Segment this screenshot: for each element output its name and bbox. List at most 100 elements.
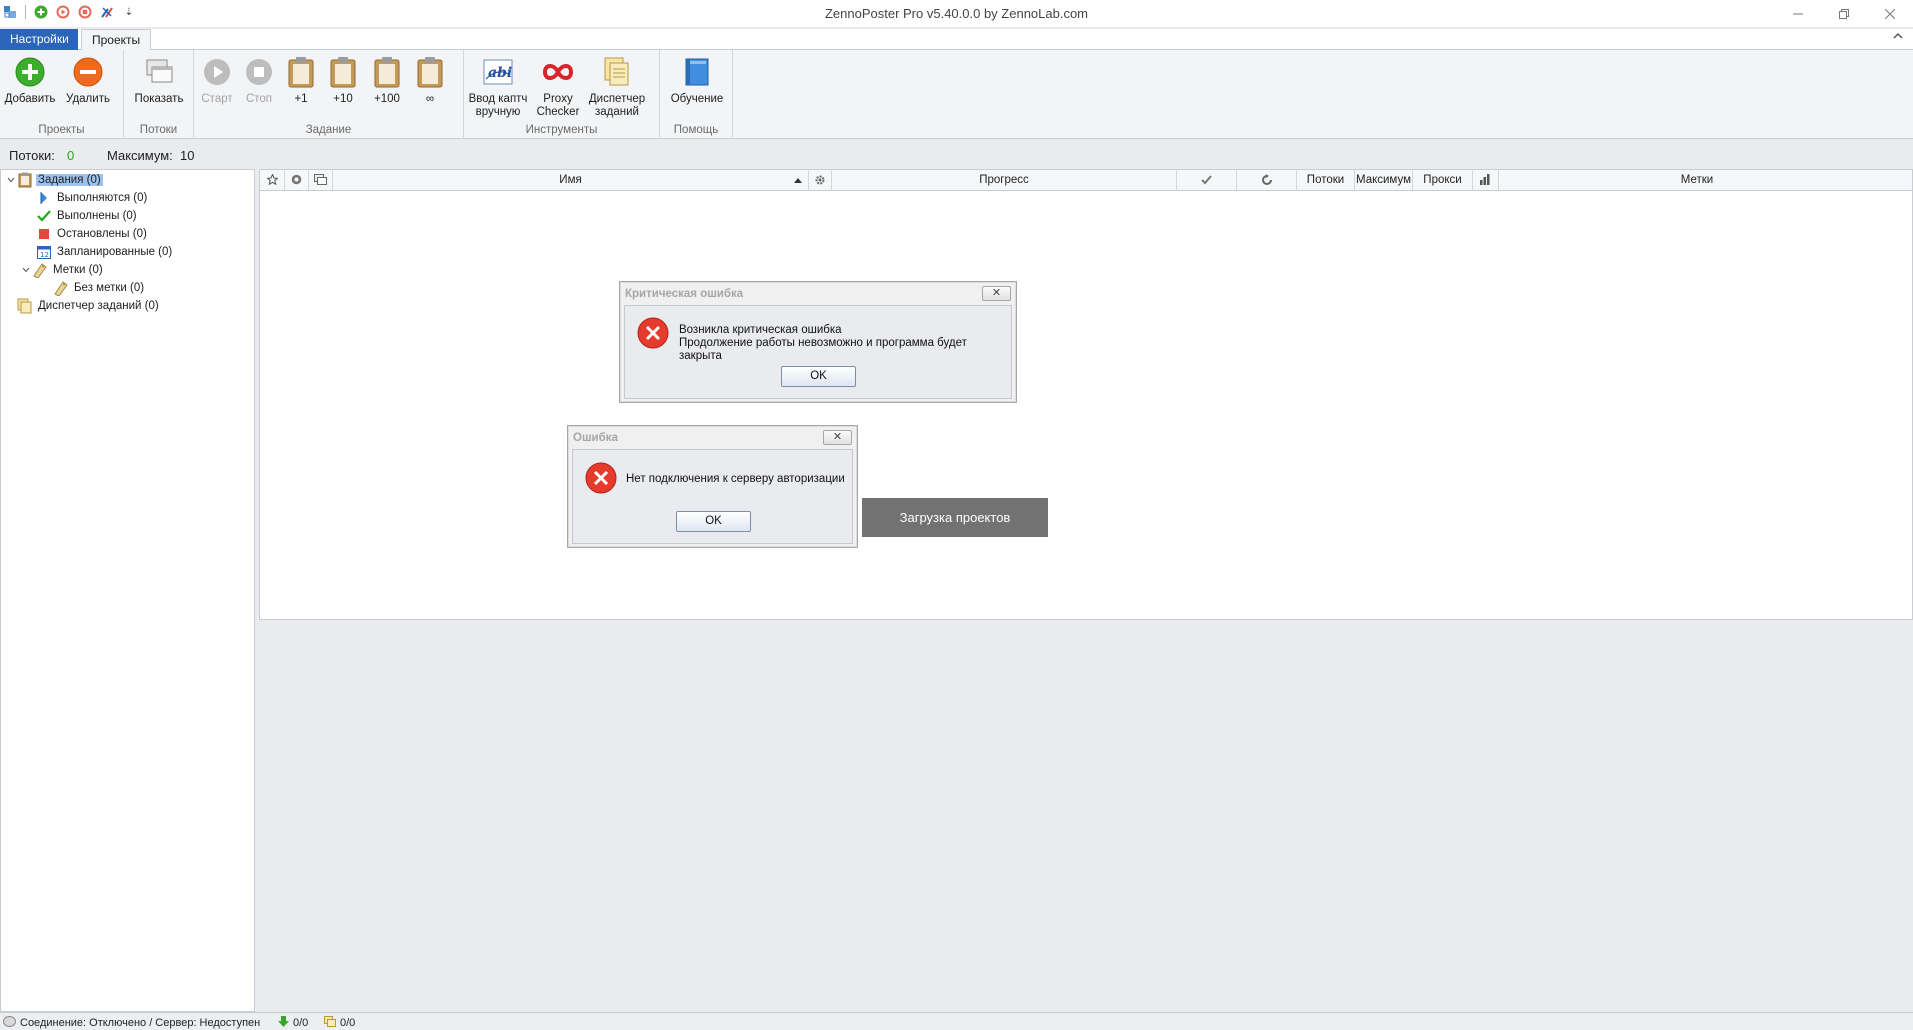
refresh-icon [1261, 173, 1273, 186]
infinite-button[interactable]: ∞ [413, 55, 447, 106]
minimize-icon[interactable] [1775, 0, 1821, 27]
add-icon [13, 55, 47, 89]
manual-captcha-button[interactable]: abi Ввод каптч вручную [468, 55, 528, 119]
start-button-label: Старт [201, 93, 233, 105]
tasks-grid: Имя Прогресс Потоки Максимум Прокси Метк… [259, 169, 1913, 620]
column-status[interactable] [285, 170, 309, 191]
start-button[interactable]: Старт [200, 55, 234, 106]
tab-projects[interactable]: Проекты [81, 29, 151, 51]
critical-error-line1: Возникла критическая ошибка [679, 324, 842, 336]
manual-captcha-label-2: вручную [475, 106, 521, 118]
ribbon-group-tools: abi Ввод каптч вручную Proxy Checker Дис… [464, 50, 660, 139]
loading-projects-indicator: Загрузка проектов [862, 498, 1048, 537]
svg-text:12: 12 [40, 251, 49, 259]
gear-icon [814, 174, 826, 186]
column-windows[interactable] [309, 170, 333, 191]
task-dispatcher-label-2: заданий [595, 106, 639, 118]
tree-item-stopped[interactable]: Остановлены (0) [24, 225, 149, 242]
group-label-tools: Инструменты [525, 124, 598, 136]
tab-settings[interactable]: Настройки [0, 29, 78, 50]
downloads-status: 0/0 [278, 1016, 308, 1030]
tag-icon [32, 262, 48, 278]
column-proxy[interactable]: Прокси [1413, 170, 1473, 191]
error-dialog-ok-button[interactable]: OK [676, 511, 751, 532]
threads-label: Потоки: [9, 148, 55, 163]
column-settings[interactable] [809, 170, 832, 191]
max-value: 10 [180, 148, 195, 163]
svg-text:abi: abi [488, 65, 512, 81]
show-button[interactable]: Показать [131, 55, 187, 106]
column-stats[interactable] [1473, 170, 1499, 191]
tasks-count: 0/0 [340, 1017, 356, 1029]
critical-error-dialog: Критическая ошибка ✕ Возникла критическа… [619, 281, 1017, 403]
tree-item-label: Запланированные (0) [57, 245, 173, 258]
task-dispatcher-button[interactable]: Диспетчер заданий [586, 55, 648, 119]
plus100-button[interactable]: +100 [369, 55, 405, 106]
connection-status-text: Соединение: Отключено / Сервер: Недоступ… [20, 1017, 261, 1029]
group-label-help: Помощь [673, 124, 719, 136]
critical-error-ok-button[interactable]: OK [781, 366, 856, 387]
error-icon [637, 317, 669, 349]
column-success[interactable] [1177, 170, 1237, 191]
infinite-button-label: ∞ [425, 93, 435, 105]
ribbon-tabs: Настройки Проекты [0, 29, 1913, 51]
task-tree: Задания (0) Выполняются (0) Выполнены (0… [0, 169, 255, 1012]
plus10-button[interactable]: +10 [326, 55, 360, 106]
globe-icon [291, 174, 302, 186]
tree-item-tags[interactable]: Метки (0) [20, 261, 105, 278]
chevron-down-icon[interactable] [20, 265, 32, 275]
add-button[interactable]: Добавить [4, 55, 56, 106]
tree-item-label: Задания (0) [36, 173, 103, 186]
column-tags[interactable]: Метки [1499, 170, 1895, 191]
plus1-button[interactable]: +1 [284, 55, 318, 106]
error-dialog: Ошибка ✕ Нет подключения к серверу автор… [567, 425, 858, 548]
ribbon-group-projects: Добавить Удалить Проекты [0, 50, 124, 139]
dispatcher-icon [600, 55, 634, 89]
column-name[interactable]: Имя [333, 170, 809, 191]
proxy-checker-label-2: Checker [536, 106, 580, 118]
play-icon [36, 190, 52, 206]
remove-icon [71, 55, 105, 89]
column-progress[interactable]: Прогресс [832, 170, 1177, 191]
tree-item-dispatcher[interactable]: Диспетчер заданий (0) [5, 297, 161, 314]
critical-error-body: Возникла критическая ошибка Продолжение … [624, 305, 1012, 399]
tree-item-running[interactable]: Выполняются (0) [24, 189, 149, 206]
tree-item-label: Метки (0) [53, 263, 103, 276]
delete-button[interactable]: Удалить [62, 55, 114, 106]
training-button[interactable]: Обучение [668, 55, 726, 106]
stop-button[interactable]: Стоп [242, 55, 276, 106]
sort-up-icon [794, 170, 802, 190]
critical-error-line2: Продолжение работы невозможно и программ… [679, 337, 967, 362]
group-label-task: Задание [305, 124, 352, 136]
tree-item-tasks[interactable]: Задания (0) [5, 171, 103, 188]
downloads-count: 0/0 [293, 1017, 309, 1029]
book-icon [680, 55, 714, 89]
group-label-threads: Потоки [139, 124, 178, 136]
connection-status: Соединение: Отключено / Сервер: Недоступ… [3, 1016, 260, 1030]
title-bar: ⇣ ZennoPoster Pro v5.40.0.0 by ZennoLab.… [0, 0, 1913, 27]
tree-item-no-tag[interactable]: Без метки (0) [41, 279, 146, 296]
error-dialog-body: Нет подключения к серверу авторизации OK [572, 449, 853, 544]
status-bar: Соединение: Отключено / Сервер: Недоступ… [0, 1012, 1913, 1030]
plus100-button-label: +100 [374, 93, 400, 105]
column-max[interactable]: Максимум [1355, 170, 1413, 191]
close-icon[interactable]: ✕ [823, 430, 852, 445]
column-repeat[interactable] [1237, 170, 1297, 191]
tree-item-scheduled[interactable]: 12 Запланированные (0) [24, 243, 174, 260]
checkmark-icon [1201, 174, 1212, 186]
ribbon-collapse-icon[interactable] [1893, 32, 1903, 43]
checkmark-icon [36, 208, 52, 224]
proxy-checker-button[interactable]: Proxy Checker [536, 55, 580, 119]
chevron-down-icon[interactable] [5, 175, 17, 185]
star-icon [265, 173, 279, 186]
column-threads[interactable]: Потоки [1297, 170, 1355, 191]
plus10-button-label: +10 [333, 93, 353, 105]
proxy-checker-label-1: Proxy [543, 93, 573, 105]
ribbon-group-help: Обучение Помощь [660, 50, 733, 139]
column-priority[interactable] [260, 170, 285, 191]
task-dispatcher-label-1: Диспетчер [588, 93, 646, 105]
close-icon[interactable] [1867, 0, 1913, 27]
restore-icon[interactable] [1821, 0, 1867, 27]
close-icon[interactable]: ✕ [982, 286, 1011, 301]
tree-item-done[interactable]: Выполнены (0) [24, 207, 139, 224]
